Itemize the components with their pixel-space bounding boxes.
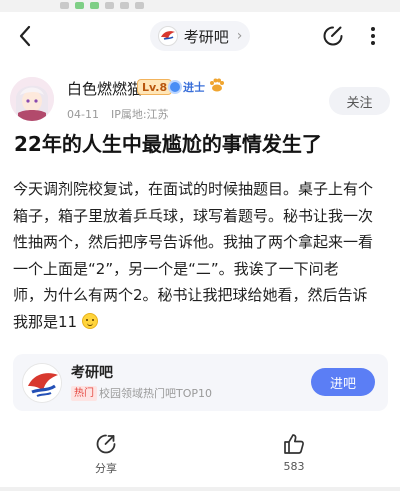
avatar-image <box>10 77 54 121</box>
edit-icon <box>323 26 343 46</box>
post-line: 今天调剂院校复试，在面试的时候抽题目。桌子上有个 <box>13 180 374 198</box>
forum-pill-label: 考研吧 <box>183 27 229 46</box>
edit-button[interactable] <box>320 22 346 50</box>
post-line: 箱子，箱子里放着乒乓球，球写着题号。秘书让我一次 <box>13 206 374 225</box>
post-line: 师，为什么有两个2。秘书让我把球给她看，然后告诉 <box>13 286 368 304</box>
forum-logo-icon <box>23 364 61 402</box>
post-line-last: 我那是11 <box>13 309 389 336</box>
share-icon <box>96 434 116 454</box>
more-button[interactable] <box>360 22 386 50</box>
thumbs-up-icon <box>284 434 304 454</box>
author-name[interactable]: 白色燃燃猫 <box>67 78 142 99</box>
follow-button[interactable]: 关注 <box>329 87 390 115</box>
gem-icon <box>168 80 182 94</box>
paw-badge-icon <box>209 78 225 96</box>
ip-location: IP属地:江苏 <box>110 108 169 121</box>
rank-badge-label: 进士 <box>183 81 205 94</box>
forum-rank: 校园领域热门吧TOP10 <box>99 387 213 400</box>
smile-emoji-icon <box>81 312 98 329</box>
post-line: 一个上面是“2”，另一个是“二”。我诶了一下问老 <box>13 259 339 278</box>
post-title: 22年的人生中最尴尬的事情发生了 <box>14 132 322 156</box>
like-button[interactable]: 583 <box>264 433 324 473</box>
home-indicator <box>0 487 400 491</box>
chevron-left-icon <box>19 25 31 47</box>
share-label: 分享 <box>95 462 117 475</box>
status-icons <box>60 2 144 9</box>
forum-pill[interactable]: 考研吧 › <box>150 21 250 51</box>
top-nav-bar: 考研吧 › <box>0 14 400 58</box>
chevron-right-icon: › <box>236 28 243 44</box>
bottom-action-bar: 分享 583 <box>0 425 400 491</box>
post-body: 今天调剂院校复试，在面试的时候抽题目。桌子上有个 箱子，箱子里放着乒乓球，球写着… <box>13 176 389 335</box>
forum-card[interactable]: 考研吧 热门 校园领域热门吧TOP10 进吧 <box>13 354 388 411</box>
status-bar <box>0 0 400 12</box>
more-vertical-icon <box>371 27 375 45</box>
rank-badge: 进士 <box>168 78 205 96</box>
post-date: 04-11 <box>67 108 99 121</box>
avatar[interactable] <box>10 77 54 121</box>
share-button[interactable]: 分享 <box>76 433 136 476</box>
like-count: 583 <box>283 460 305 473</box>
post-meta: 04-11 IP属地:江苏 <box>67 106 169 122</box>
post-line: 性抽两个，然后把序号告诉他。我抽了两个拿起来一看 <box>13 233 374 251</box>
forum-logo <box>22 363 62 403</box>
join-forum-button[interactable]: 进吧 <box>311 368 375 396</box>
forum-name: 考研吧 <box>71 365 113 381</box>
back-button[interactable] <box>12 22 38 50</box>
post-line-text: 我那是11 <box>13 312 78 331</box>
author-row: 白色燃燃猫 Lv.8 进士 04-11 IP属地:江苏 关注 <box>10 75 390 125</box>
forum-logo-icon <box>157 26 178 46</box>
hot-tag: 热门 <box>71 386 97 401</box>
level-badge: Lv.8 <box>137 79 173 95</box>
